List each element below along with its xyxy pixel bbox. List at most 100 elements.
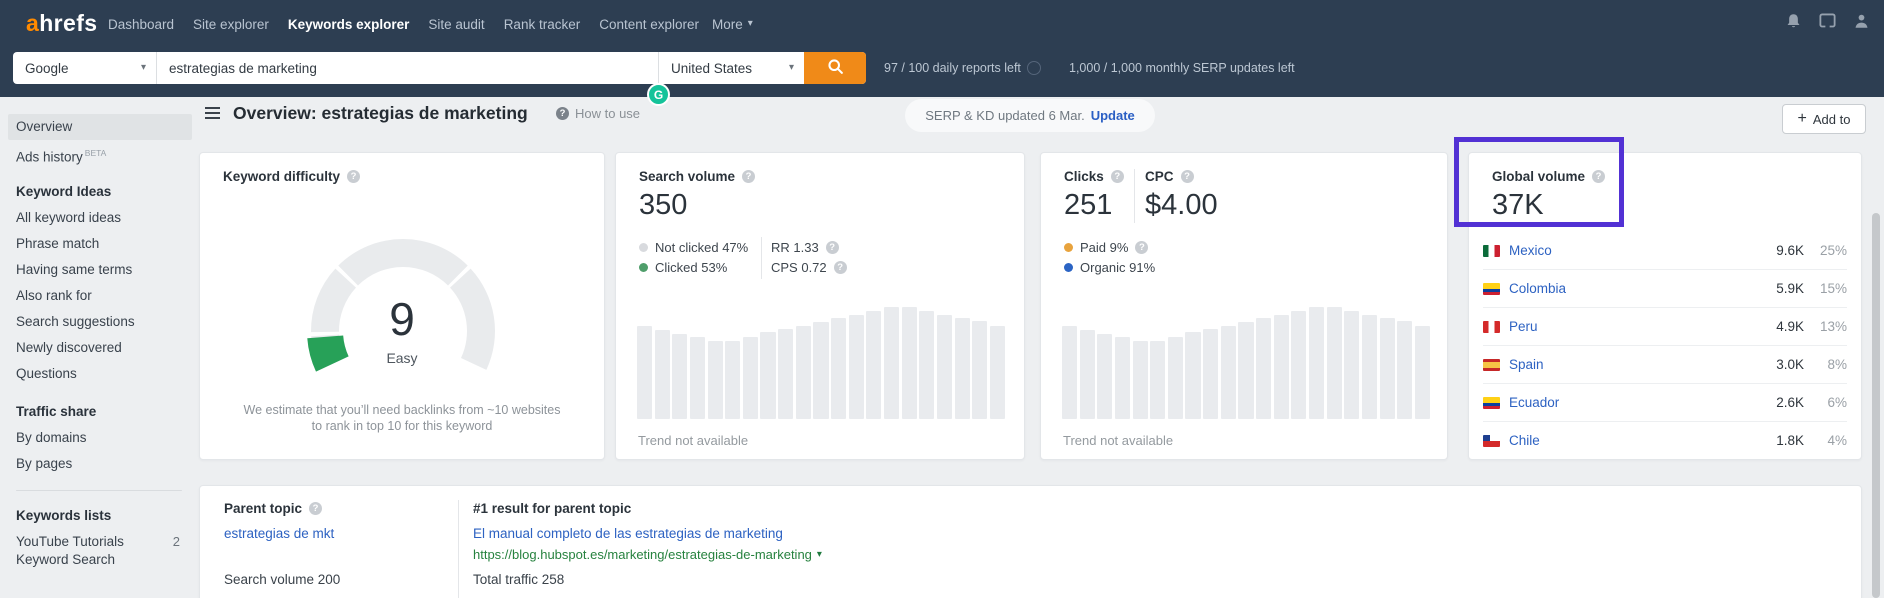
serp-update-pill: SERP & KD updated 6 Mar. Update <box>905 99 1155 132</box>
return-rate: RR 1.33 <box>771 240 819 255</box>
nav-item[interactable]: Dashboard <box>108 17 174 32</box>
parent-topic-link[interactable]: estrategias de mkt <box>224 526 334 541</box>
sidebar-item[interactable]: All keyword ideas <box>8 205 192 231</box>
sidebar-item[interactable]: Traffic share <box>8 399 192 425</box>
sidebar-item[interactable]: Questions <box>8 361 192 387</box>
grammarly-badge-icon[interactable]: G <box>647 83 670 106</box>
divider <box>761 237 762 279</box>
clicked-dot-icon <box>639 263 648 272</box>
kd-difficulty-label: Easy <box>200 350 604 366</box>
paid-dot-icon <box>1064 243 1073 252</box>
country-link[interactable]: Spain <box>1509 357 1755 372</box>
sidebar-item[interactable]: Phrase match <box>8 231 192 257</box>
kd-caption: We estimate that you’ll need backlinks f… <box>200 402 604 434</box>
sidebar-item[interactable]: By domains <box>8 425 192 451</box>
country-flag-icon <box>1483 435 1500 447</box>
sidebar-item[interactable]: Having same terms <box>8 257 192 283</box>
country-volume: 9.6K <box>1764 243 1804 258</box>
trend-bar <box>1415 326 1430 419</box>
trend-note: Trend not available <box>638 433 748 448</box>
trend-bar <box>778 329 793 419</box>
trend-bar <box>672 334 687 419</box>
nav-item[interactable]: Content explorer <box>599 17 699 32</box>
sidebar-item[interactable]: Keyword Ideas <box>8 179 192 205</box>
country-link[interactable]: Mexico <box>1509 243 1755 258</box>
not-clicked-dot-icon <box>639 243 648 252</box>
country-volume: 2.6K <box>1764 395 1804 410</box>
how-to-use-link[interactable]: How to use <box>556 106 640 121</box>
info-icon[interactable] <box>1027 61 1041 75</box>
country-row: Peru 4.9K 13% <box>1483 307 1847 345</box>
country-link[interactable]: Ecuador <box>1509 395 1755 410</box>
sidebar-item[interactable]: Newly discovered <box>8 335 192 361</box>
country-percent: 6% <box>1813 395 1847 410</box>
sidebar-item[interactable]: By pages <box>8 451 192 477</box>
trend-bar <box>813 322 828 419</box>
global-volume-value: 37K <box>1492 189 1544 222</box>
help-icon[interactable] <box>742 170 755 183</box>
clicks-card: Clicks 251 CPC $4.00 Paid 9% Organic 91%… <box>1040 152 1448 460</box>
trend-bar <box>884 307 899 419</box>
daily-reports-quota: 97 / 100 daily reports left <box>884 61 1041 75</box>
help-icon[interactable] <box>347 170 360 183</box>
ahrefs-keywords-explorer: ahrefs Dashboard Site explorer Keywords ex… <box>0 0 1884 598</box>
country-select[interactable]: United States▾ <box>658 52 804 84</box>
nav-more[interactable]: More▾ <box>712 0 753 48</box>
list-count-badge: 2 <box>173 533 180 551</box>
messages-icon[interactable] <box>1819 13 1836 29</box>
help-icon <box>556 107 569 120</box>
chevron-down-icon: ▾ <box>817 550 822 560</box>
plus-icon <box>1798 111 1807 127</box>
sidebar-item[interactable]: Search suggestions <box>8 309 192 335</box>
notifications-bell-icon[interactable] <box>1785 13 1802 29</box>
top-result-url[interactable]: https://blog.hubspot.es/marketing/estrat… <box>473 547 822 562</box>
country-flag-icon <box>1483 397 1500 409</box>
nav-item[interactable]: Site audit <box>428 17 484 32</box>
user-account-icon[interactable] <box>1853 13 1870 29</box>
help-icon[interactable] <box>1135 241 1148 254</box>
parent-topic-volume: Search volume 200 <box>224 572 340 587</box>
trend-bar <box>1380 318 1395 419</box>
trend-bar <box>972 321 987 419</box>
search-button[interactable] <box>804 52 866 84</box>
country-row: Chile 1.8K 4% <box>1483 421 1847 459</box>
sidebar-item[interactable]: Also rank for <box>8 283 192 309</box>
trend-bar <box>955 318 970 419</box>
top-result-link[interactable]: El manual completo de las estrategias de… <box>473 526 783 541</box>
update-link[interactable]: Update <box>1091 108 1135 123</box>
nav-item[interactable]: Site explorer <box>193 17 269 32</box>
reports-menu-icon[interactable] <box>205 107 220 119</box>
keyword-query-input[interactable] <box>157 52 658 84</box>
organic-dot-icon <box>1064 263 1073 272</box>
sidebar-item[interactable]: Ads historyBETA <box>8 140 192 171</box>
nav-item[interactable]: Rank tracker <box>504 17 581 32</box>
trend-bar <box>990 326 1005 419</box>
country-link[interactable]: Peru <box>1509 319 1755 334</box>
keyword-difficulty-card: Keyword difficulty 9 Easy We estimate th… <box>199 152 605 460</box>
search-engine-select[interactable]: Google▾ <box>13 52 157 84</box>
clicks-split-legend: Not clicked 47% Clicked 53% <box>639 240 748 275</box>
help-icon[interactable] <box>1111 170 1124 183</box>
ahrefs-logo[interactable]: ahrefs <box>26 10 97 37</box>
trend-bar <box>637 326 652 419</box>
nav-item[interactable]: Keywords explorer <box>288 17 410 32</box>
trend-bar <box>708 341 723 419</box>
chevron-down-icon: ▾ <box>141 63 146 73</box>
country-percent: 13% <box>1813 319 1847 334</box>
trend-bar <box>1221 326 1236 419</box>
help-icon[interactable] <box>826 241 839 254</box>
sidebar-item[interactable]: YouTube Tutorials Keyword Search 2 <box>8 529 192 573</box>
country-link[interactable]: Colombia <box>1509 281 1755 296</box>
page-scrollbar[interactable] <box>1872 213 1880 598</box>
country-link[interactable]: Chile <box>1509 433 1755 448</box>
help-icon[interactable] <box>1592 170 1605 183</box>
sidebar-item[interactable] <box>16 490 182 491</box>
help-icon[interactable] <box>834 261 847 274</box>
sidebar-item[interactable]: Keywords lists <box>8 503 192 529</box>
divider <box>1134 169 1135 223</box>
help-icon[interactable] <box>309 502 322 515</box>
add-to-button[interactable]: Add to <box>1782 104 1866 134</box>
sidebar-item[interactable]: Overview <box>8 114 192 140</box>
help-icon[interactable] <box>1181 170 1194 183</box>
trend-note: Trend not available <box>1063 433 1173 448</box>
